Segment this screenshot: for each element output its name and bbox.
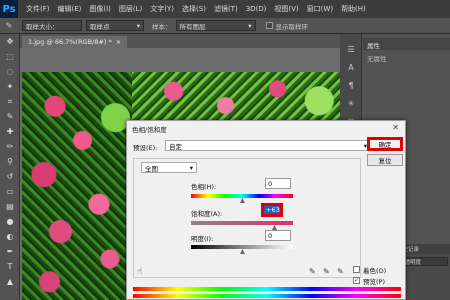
type-tool-icon[interactable]: T [0,259,20,274]
move-tool-icon[interactable]: ✥ [0,34,20,49]
pen-tool-icon[interactable]: ✒ [0,244,20,259]
saturation-label: 饱和度(A): [191,210,223,218]
eyedropper-plus-icon[interactable]: ✎ [323,267,330,276]
marquee-tool-icon[interactable]: ⬚ [0,49,20,64]
menu-view[interactable]: 视图(V) [274,4,298,14]
blur-tool-icon[interactable]: ● [0,214,20,229]
spectrum-bar-top [133,287,401,291]
sample-size-select[interactable]: 取样大小： [22,20,82,31]
channel-select[interactable]: 全图 ▾ [141,162,197,173]
stamp-tool-icon[interactable]: ⚲ [0,154,20,169]
document-tab[interactable]: 1.jpg @ 66.7%(RGB/8#) * × [22,36,128,48]
menu-window[interactable]: 窗口(W) [307,4,333,14]
close-icon[interactable]: × [116,38,121,46]
show-ring-label: 显示取样环 [275,22,309,31]
menu-layer[interactable]: 图层(L) [119,4,142,14]
path-select-icon[interactable]: ▲ [0,274,20,289]
rose-photo [22,72,132,300]
menu-type[interactable]: 文字(Y) [150,4,174,14]
eyedropper-icon[interactable]: ✎ [0,109,20,124]
eyedropper-icon[interactable]: ✎ [309,267,316,276]
history-brush-icon[interactable]: ↺ [0,169,20,184]
hue-saturation-dialog: 色相/饱和度 ✕ 预设(E): 自定 ▾ ⇆ 确定 复位 全图 ▾ 色相(H):… [126,120,406,300]
lightness-slider-track[interactable] [191,245,293,249]
show-ring-checkbox[interactable] [265,22,273,29]
adjustments-icon[interactable]: ✳ [340,94,362,112]
chevron-down-icon: ▾ [136,21,140,30]
magic-wand-tool-icon[interactable]: ✦ [0,79,20,94]
preview-checkbox[interactable]: ✓ [353,277,360,284]
sample-point-value: 取样点 [90,22,110,31]
sample-point-select[interactable]: 取样点 ▾ [86,20,144,31]
paragraph-icon[interactable]: ¶ [340,76,362,94]
adjustment-group [133,158,361,278]
menu-file[interactable]: 文件(F) [26,4,50,14]
menu-help[interactable]: 帮助(H) [341,4,366,14]
rose-photo-top [132,72,340,120]
sample-size-label: 取样大小： [26,22,59,31]
document-title: 1.jpg @ 66.7%(RGB/8#) * [28,38,112,46]
brush-tool-icon[interactable]: ✏ [0,139,20,154]
close-icon[interactable]: ✕ [392,123,399,132]
colorize-checkbox[interactable] [353,266,360,273]
spectrum-bar-bottom [133,294,401,298]
menu-filter[interactable]: 滤镜(T) [214,4,238,14]
menu-select[interactable]: 选择(S) [182,4,206,14]
channel-value: 全图 [145,164,158,173]
reset-button[interactable]: 复位 [367,154,403,166]
hue-label: 色相(H): [191,183,217,191]
dialog-title: 色相/饱和度 [127,121,405,135]
properties-tab[interactable]: 属性 [363,38,450,50]
healing-brush-icon[interactable]: ✚ [0,124,20,139]
preset-value: 自定 [169,142,182,151]
ok-button[interactable]: 确定 [367,137,403,151]
menu-image[interactable]: 图像(I) [89,4,111,14]
eyedropper-tool-icon[interactable]: ✎ [0,21,18,30]
chevron-down-icon: ▾ [248,21,252,30]
sample-label: 样本： [152,22,172,31]
lightness-input[interactable]: 0 [265,230,291,241]
menu-bar: Ps 文件(F) 编辑(E) 图像(I) 图层(L) 文字(Y) 选择(S) 滤… [0,0,450,18]
preset-select[interactable]: 自定 ▾ [165,140,371,151]
sample-layers-value: 所有图层 [179,22,206,31]
properties-empty-text: 无属性 [367,55,387,63]
colorize-label: 着色(O) [363,267,387,275]
hand-target-icon[interactable]: ☝ [137,267,142,277]
lasso-tool-icon[interactable]: ◌ [0,64,20,79]
sample-layers-select[interactable]: 所有图层 ▾ [175,20,256,31]
photoshop-logo: Ps [0,0,18,18]
layers-icon[interactable]: ☰ [340,40,362,58]
preset-label: 预设(E): [133,144,158,152]
gradient-tool-icon[interactable]: ▤ [0,199,20,214]
menu-3d[interactable]: 3D(D) [246,5,267,13]
saturation-slider-track[interactable] [191,221,293,225]
tools-panel: ✥ ⬚ ◌ ✦ ⌗ ✎ ✚ ✏ ⚲ ↺ ▭ ▤ ● ◐ ✒ T ▲ [0,34,20,300]
character-icon[interactable]: A [340,58,362,76]
lightness-label: 明度(I): [191,235,214,243]
preview-label: 预览(P) [363,278,385,286]
hue-input[interactable]: 0 [265,178,291,189]
eyedropper-minus-icon[interactable]: ✎ [337,267,344,276]
options-bar: ✎ 取样大小： 取样点 ▾ 样本： 所有图层 ▾ 显示取样环 [0,18,450,34]
hue-slider-track[interactable] [191,194,293,198]
crop-tool-icon[interactable]: ⌗ [0,94,20,109]
dodge-tool-icon[interactable]: ◐ [0,229,20,244]
eraser-tool-icon[interactable]: ▭ [0,184,20,199]
menu-edit[interactable]: 编辑(E) [58,4,82,14]
chevron-down-icon: ▾ [189,163,193,172]
saturation-input[interactable]: +63 [261,203,283,217]
